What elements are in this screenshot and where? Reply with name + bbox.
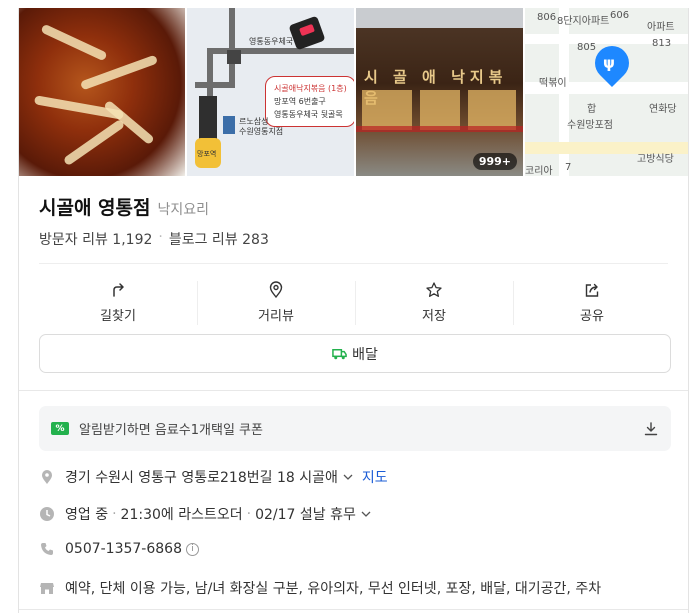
star-icon (426, 281, 442, 297)
storefront-photo[interactable]: 시 골 애 낙지볶음 999+ (356, 8, 523, 176)
holiday-text: 02/17 설날 휴무 (255, 507, 356, 523)
street-view-label: 거리뷰 (258, 308, 294, 324)
chevron-down-icon[interactable] (342, 471, 354, 483)
map-label: 806 (537, 12, 557, 23)
store-icon (39, 580, 55, 596)
separator-dot: · (246, 506, 252, 522)
review-summary: 방문자 리뷰 1,192 · 블로그 리뷰 283 (39, 229, 269, 249)
phone-number[interactable]: 0507-1357-6868 (65, 541, 182, 557)
coupon-icon: % (51, 422, 69, 435)
title-row: 시골애 영통점 낙지요리 (39, 193, 209, 220)
map-label: 805 (577, 42, 597, 53)
callout-line3: 영통동우체국 뒷골목 (274, 110, 343, 119)
share-button[interactable]: 공유 (513, 271, 671, 333)
coupon-text: 알림받기하면 음료수1개택일 쿠폰 (79, 423, 263, 438)
blog-review-link[interactable]: 블로그 리뷰 283 (169, 229, 269, 249)
map-label: 연화당 (649, 104, 677, 115)
place-name: 시골애 영통점 (39, 197, 151, 219)
food-photo[interactable] (19, 8, 185, 176)
separator-dot: · (112, 506, 117, 522)
place-category: 낙지요리 (157, 202, 210, 218)
street-view-icon (269, 280, 283, 298)
download-icon[interactable] (643, 421, 659, 437)
map-label: 아파트 (647, 22, 675, 33)
save-button[interactable]: 저장 (355, 271, 513, 333)
amenities-text: 예약, 단체 이용 가능, 남/녀 화장실 구분, 유아의자, 무선 인터넷, … (65, 581, 602, 597)
phone-row: 0507-1357-6868 i (39, 541, 199, 557)
map-label: 코리아 (525, 166, 553, 176)
map-label: 813 (652, 38, 672, 49)
divider (19, 609, 688, 610)
hours-row: 영업 중 · 21:30에 라스트오더 · 02/17 설날 휴무 (39, 504, 372, 524)
map-thumbnail[interactable]: 806 8단지아파트 606 아파트 805 813 떡볶이 합 연화당 수원망… (525, 8, 688, 176)
directions-label: 길찾기 (100, 308, 136, 324)
share-icon (585, 283, 599, 297)
last-order-text: 21:30에 라스트오더 (120, 507, 243, 523)
clock-icon (39, 506, 55, 522)
delivery-label: 배달 (352, 346, 378, 363)
map-link[interactable]: 지도 (362, 467, 388, 487)
phone-icon (39, 541, 55, 557)
map-label: 수원망포점 (567, 120, 613, 131)
place-panel: 영통동우체국 시골애낙지볶음 (1층) 망포역 6번출구 영통동우체국 뒷골목 … (18, 8, 689, 613)
chevron-down-icon[interactable] (360, 508, 372, 520)
delivery-icon (332, 349, 347, 360)
map-label: 7 (565, 162, 572, 173)
action-bar: 길찾기 거리뷰 저장 공유 (39, 271, 671, 333)
section-divider (19, 390, 688, 391)
business-status: 영업 중 (65, 507, 109, 523)
save-label: 저장 (422, 308, 446, 324)
delivery-button[interactable]: 배달 (39, 334, 671, 373)
post-office-label: 영통동우체국 (249, 37, 294, 46)
map-label: 합 (587, 104, 597, 115)
callout-line1: 시골애낙지볶음 (1층) (274, 84, 347, 93)
photo-count-badge: 999+ (472, 153, 517, 170)
divider (39, 263, 668, 264)
share-label: 공유 (580, 308, 604, 324)
amenities-row: 예약, 단체 이용 가능, 남/녀 화장실 구분, 유아의자, 무선 인터넷, … (39, 578, 601, 598)
address-row: 경기 수원시 영통구 영통로218번길 18 시골애 지도 (39, 467, 388, 487)
street-view-button[interactable]: 거리뷰 (197, 271, 355, 333)
photo-strip: 영통동우체국 시골애낙지볶음 (1층) 망포역 6번출구 영통동우체국 뒷골목 … (19, 8, 688, 176)
map-label: 떡볶이 (539, 78, 567, 89)
visitor-review-link[interactable]: 방문자 리뷰 1,192 (39, 229, 152, 249)
map-label: 고방식당 (637, 154, 674, 165)
directions-button[interactable]: 길찾기 (39, 271, 197, 333)
station-label: 망포역 (197, 150, 217, 158)
location-icon (39, 469, 55, 485)
separator-dot: · (158, 229, 163, 245)
info-icon[interactable]: i (186, 542, 199, 556)
callout-line2: 망포역 6번출구 (274, 97, 326, 106)
address-text: 경기 수원시 영통구 영통로218번길 18 시골애 (65, 470, 338, 486)
map-label: 8단지아파트 (557, 16, 610, 27)
sketch-callout: 시골애낙지볶음 (1층) 망포역 6번출구 영통동우체국 뒷골목 (265, 76, 354, 127)
coupon-banner[interactable]: % 알림받기하면 음료수1개택일 쿠폰 (39, 406, 671, 451)
bank-label2: 수원영통지점 (239, 127, 284, 136)
restaurant-icon: ψ (603, 54, 615, 72)
map-label: 606 (610, 10, 630, 21)
sketch-map-photo[interactable]: 영통동우체국 시골애낙지볶음 (1층) 망포역 6번출구 영통동우체국 뒷골목 … (187, 8, 354, 176)
directions-icon (113, 282, 124, 297)
